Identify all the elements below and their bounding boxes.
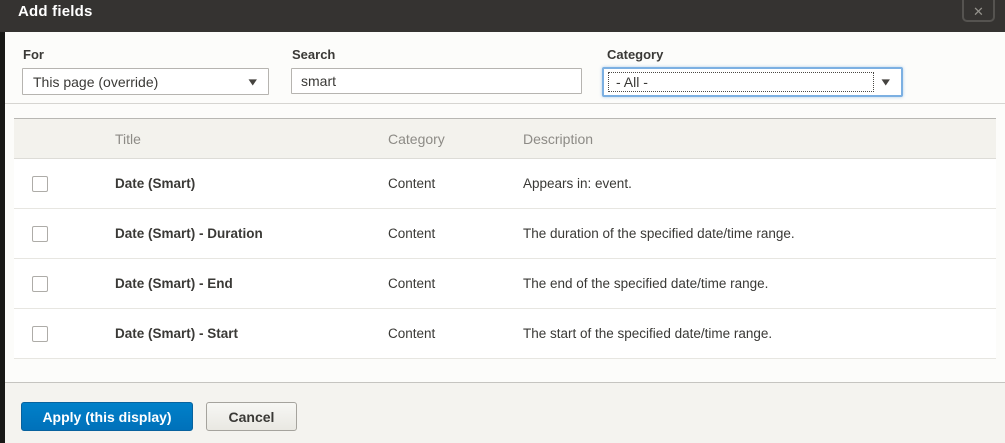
row-checkbox[interactable] bbox=[32, 175, 48, 192]
field-title: Date (Smart) bbox=[103, 158, 376, 209]
title-column-header: Title bbox=[103, 118, 376, 159]
apply-button[interactable]: Apply (this display) bbox=[21, 402, 193, 431]
category-select-value: - All - bbox=[616, 74, 648, 90]
checkbox-column-header bbox=[14, 118, 103, 159]
table-row: Date (Smart) Content Appears in: event. bbox=[14, 158, 996, 209]
field-description: The start of the specified date/time ran… bbox=[511, 308, 996, 359]
category-label: Category bbox=[607, 47, 664, 62]
modal-body: For This page (override) ▼ Search Catego… bbox=[5, 32, 1005, 443]
modal-title: Add fields bbox=[18, 3, 93, 20]
chevron-down-icon: ▼ bbox=[881, 77, 890, 87]
table-row: Date (Smart) - Start Content The start o… bbox=[14, 308, 996, 359]
category-column-header: Category bbox=[376, 118, 511, 159]
form-divider bbox=[5, 103, 1005, 104]
close-icon: ✕ bbox=[973, 4, 984, 20]
search-label: Search bbox=[292, 47, 336, 62]
field-description: The end of the specified date/time range… bbox=[511, 258, 996, 309]
fields-table: Title Category Description Date (Smart) … bbox=[14, 118, 996, 359]
field-category: Content bbox=[376, 208, 511, 259]
field-category: Content bbox=[376, 258, 511, 309]
category-select[interactable]: - All - ▼ bbox=[602, 67, 903, 97]
search-input[interactable] bbox=[291, 68, 582, 94]
cancel-button[interactable]: Cancel bbox=[206, 402, 297, 431]
field-title: Date (Smart) - End bbox=[103, 258, 376, 309]
description-column-header: Description bbox=[511, 118, 996, 159]
table-header-row: Title Category Description bbox=[14, 118, 996, 159]
for-select[interactable]: This page (override) ▼ bbox=[22, 68, 269, 95]
close-button[interactable]: ✕ bbox=[962, 0, 995, 22]
modal-header: Add fields ✕ bbox=[0, 0, 1005, 32]
field-description: The duration of the specified date/time … bbox=[511, 208, 996, 259]
field-category: Content bbox=[376, 308, 511, 359]
row-checkbox[interactable] bbox=[32, 275, 48, 292]
row-checkbox[interactable] bbox=[32, 225, 48, 242]
field-category: Content bbox=[376, 158, 511, 209]
table-row: Date (Smart) - Duration Content The dura… bbox=[14, 208, 996, 259]
chevron-down-icon: ▼ bbox=[248, 76, 257, 87]
modal-footer: Apply (this display) Cancel bbox=[5, 382, 1005, 443]
add-fields-modal: Add fields ✕ For This page (override) ▼ … bbox=[0, 0, 1005, 443]
table-row: Date (Smart) - End Content The end of th… bbox=[14, 258, 996, 309]
for-select-value: This page (override) bbox=[33, 73, 159, 90]
row-checkbox[interactable] bbox=[32, 325, 48, 342]
field-description: Appears in: event. bbox=[511, 158, 996, 209]
field-title: Date (Smart) - Start bbox=[103, 308, 376, 359]
for-label: For bbox=[23, 47, 44, 62]
field-title: Date (Smart) - Duration bbox=[103, 208, 376, 259]
